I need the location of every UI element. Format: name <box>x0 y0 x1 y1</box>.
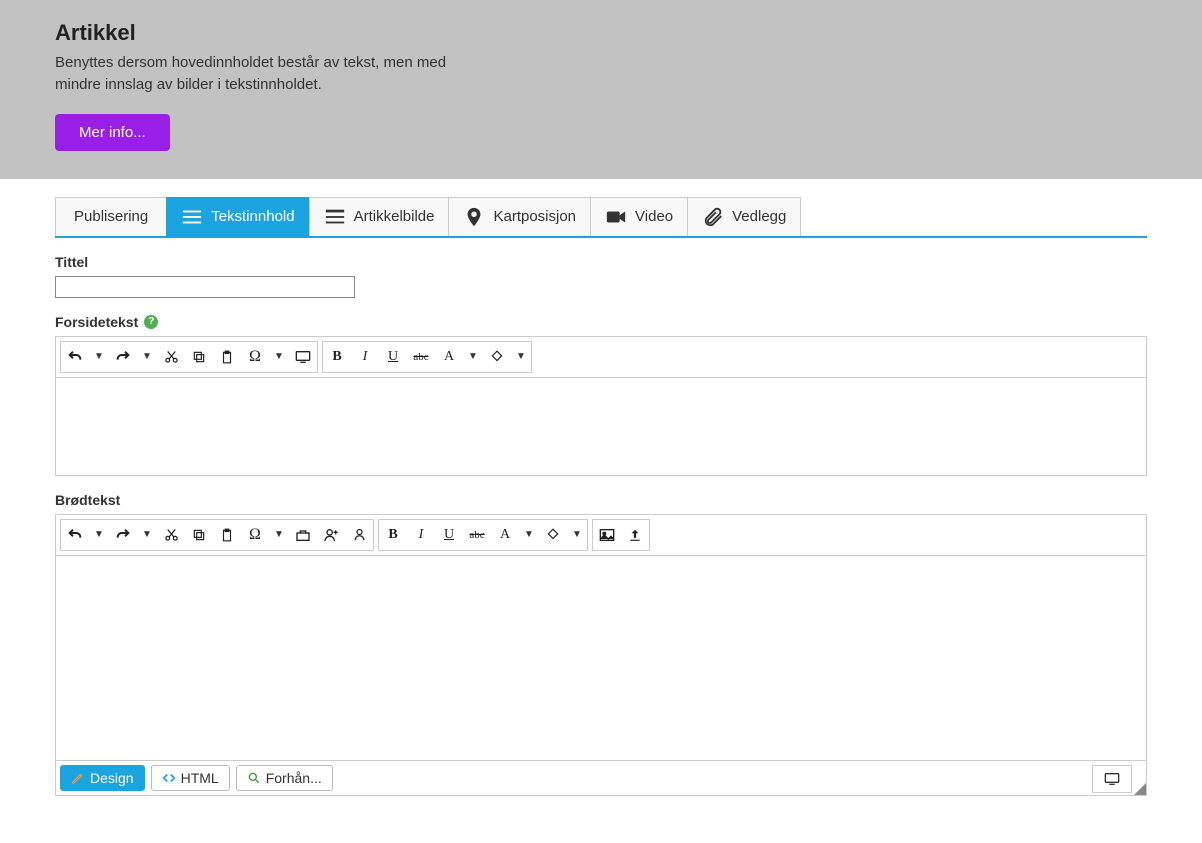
bgcolor-button[interactable] <box>483 342 511 372</box>
bgcolor-dropdown[interactable]: ▼ <box>567 520 587 550</box>
display-icon <box>1104 772 1120 786</box>
cut-button[interactable] <box>157 520 185 550</box>
fontcolor-dropdown[interactable]: ▼ <box>519 520 539 550</box>
undo-dropdown[interactable]: ▼ <box>89 342 109 372</box>
more-info-button[interactable]: Mer info... <box>55 114 170 151</box>
upload-button[interactable] <box>621 520 649 550</box>
tab-bar: Publisering Tekstinnhold Artikkelbilde K… <box>55 197 1147 238</box>
fontcolor-button[interactable]: A <box>491 520 519 550</box>
lines2-icon <box>324 206 346 228</box>
pin-icon <box>463 206 485 228</box>
tab-publisering[interactable]: Publisering <box>55 197 166 236</box>
redo-dropdown[interactable]: ▼ <box>137 342 157 372</box>
tab-label: Vedlegg <box>732 208 786 225</box>
tab-vedlegg[interactable]: Vedlegg <box>687 197 801 236</box>
mode-html-button[interactable]: HTML <box>151 765 230 791</box>
italic-button[interactable]: I <box>407 520 435 550</box>
tab-label: Artikkelbilde <box>354 208 435 225</box>
tab-kartposisjon[interactable]: Kartposisjon <box>448 197 590 236</box>
paste-button[interactable] <box>213 342 241 372</box>
person-add-button[interactable] <box>317 520 345 550</box>
tittel-label: Tittel <box>55 254 1147 270</box>
italic-button[interactable]: I <box>351 342 379 372</box>
brodtekst-label: Brødtekst <box>55 492 1147 508</box>
clip-icon <box>702 206 724 228</box>
lines-icon <box>181 206 203 228</box>
camera-icon <box>605 206 627 228</box>
redo-button[interactable] <box>109 520 137 550</box>
bold-button[interactable]: B <box>323 342 351 372</box>
undo-button[interactable] <box>61 342 89 372</box>
tittel-input[interactable] <box>55 276 355 298</box>
person-button[interactable] <box>345 520 373 550</box>
strike-button[interactable]: abc <box>463 520 491 550</box>
omega-button[interactable]: Ω <box>241 520 269 550</box>
forsidetekst-editor: ▼ ▼ Ω ▼ B I U abc A ▼ ▼ <box>55 336 1147 476</box>
code-icon <box>162 771 176 785</box>
tab-label: Publisering <box>74 208 148 225</box>
fullscreen-button[interactable] <box>1092 765 1132 793</box>
omega-dropdown[interactable]: ▼ <box>269 520 289 550</box>
forsidetekst-label: Forsidetekst ? <box>55 314 1147 330</box>
cut-button[interactable] <box>157 342 185 372</box>
tab-label: Tekstinnhold <box>211 208 294 225</box>
tab-label: Kartposisjon <box>493 208 576 225</box>
bgcolor-button[interactable] <box>539 520 567 550</box>
copy-button[interactable] <box>185 342 213 372</box>
brodtekst-editor: ▼ ▼ Ω ▼ B I U abc A ▼ ▼ <box>55 514 1147 796</box>
pencil-icon <box>71 771 85 785</box>
strike-button[interactable]: abc <box>407 342 435 372</box>
image-button[interactable] <box>593 520 621 550</box>
copy-button[interactable] <box>185 520 213 550</box>
display-button[interactable] <box>289 342 317 372</box>
forsidetekst-textarea[interactable] <box>56 377 1146 475</box>
redo-dropdown[interactable]: ▼ <box>137 520 157 550</box>
brodtekst-textarea[interactable] <box>56 555 1146 760</box>
header-band: Artikkel Benyttes dersom hovedinnholdet … <box>0 0 1202 179</box>
tab-label: Video <box>635 208 673 225</box>
tab-tekstinnhold[interactable]: Tekstinnhold <box>166 197 308 236</box>
mode-preview-button[interactable]: Forhån... <box>236 765 333 791</box>
bold-button[interactable]: B <box>379 520 407 550</box>
mode-design-button[interactable]: Design <box>60 765 145 791</box>
redo-button[interactable] <box>109 342 137 372</box>
fontcolor-button[interactable]: A <box>435 342 463 372</box>
paste-button[interactable] <box>213 520 241 550</box>
underline-button[interactable]: U <box>435 520 463 550</box>
bgcolor-dropdown[interactable]: ▼ <box>511 342 531 372</box>
editor-toolbar: ▼ ▼ Ω ▼ B I U abc A ▼ ▼ <box>56 337 1146 377</box>
tab-artikkelbilde[interactable]: Artikkelbilde <box>309 197 449 236</box>
page-title: Artikkel <box>55 20 1147 46</box>
toolbox-button[interactable] <box>289 520 317 550</box>
editor-footer: Design HTML Forhån... <box>56 760 1146 795</box>
omega-dropdown[interactable]: ▼ <box>269 342 289 372</box>
underline-button[interactable]: U <box>379 342 407 372</box>
help-icon[interactable]: ? <box>144 315 158 329</box>
fontcolor-dropdown[interactable]: ▼ <box>463 342 483 372</box>
magnifier-icon <box>247 771 261 785</box>
editor-toolbar: ▼ ▼ Ω ▼ B I U abc A ▼ ▼ <box>56 515 1146 555</box>
page-description: Benyttes dersom hovedinnholdet består av… <box>55 52 455 96</box>
omega-button[interactable]: Ω <box>241 342 269 372</box>
undo-dropdown[interactable]: ▼ <box>89 520 109 550</box>
undo-button[interactable] <box>61 520 89 550</box>
resize-handle[interactable] <box>1134 783 1146 795</box>
tab-video[interactable]: Video <box>590 197 687 236</box>
